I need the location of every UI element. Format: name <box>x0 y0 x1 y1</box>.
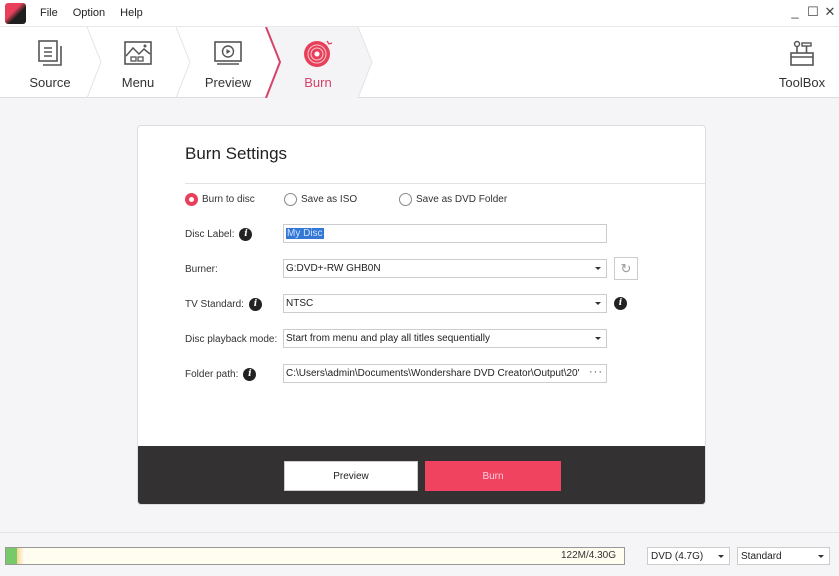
title-bar: File Option Help _ ☐ ✕ <box>0 0 839 26</box>
divider <box>185 183 705 184</box>
step-preview[interactable]: Preview <box>198 27 258 98</box>
document-stack-icon <box>37 39 63 67</box>
burn-button[interactable]: Burn <box>425 461 561 491</box>
burner-label: Burner: <box>185 264 218 275</box>
disc-capacity-bar: 122M/4.30G <box>5 547 625 565</box>
folder-path-value: C:\Users\admin\Documents\Wondershare DVD… <box>286 368 580 379</box>
output-options: Burn to disc Save as ISO Save as DVD Fol… <box>185 193 507 206</box>
radio-label: Save as ISO <box>301 194 358 205</box>
quality-value: Standard <box>741 550 782 562</box>
disc-label-value: My Disc <box>286 228 324 239</box>
disc-label-row: Disc Label: i <box>185 228 253 241</box>
preview-play-icon <box>213 39 243 67</box>
refresh-burner-button[interactable]: ↻ <box>614 257 638 280</box>
app-logo <box>5 2 26 24</box>
toolbox-button[interactable]: ToolBox <box>772 27 832 98</box>
disc-label-input[interactable]: My Disc <box>283 224 607 243</box>
info-icon[interactable]: i <box>248 298 262 311</box>
chevron-down-icon <box>595 267 601 270</box>
burn-disc-icon <box>302 39 334 67</box>
disc-type-select[interactable]: DVD (4.7G) <box>647 547 730 565</box>
preview-button[interactable]: Preview <box>284 461 418 491</box>
radio-indicator <box>399 193 412 206</box>
capacity-text: 122M/4.30G <box>560 550 616 561</box>
radio-save-as-dvd-folder[interactable]: Save as DVD Folder <box>399 193 507 206</box>
chevron-down-icon <box>818 555 824 558</box>
disc-type-value: DVD (4.7G) <box>651 550 704 562</box>
toolbox-icon <box>788 39 816 67</box>
toolbox-label: ToolBox <box>778 75 826 90</box>
chevron-down-icon <box>595 302 601 305</box>
radio-burn-to-disc[interactable]: Burn to disc <box>185 193 284 206</box>
tv-standard-select[interactable]: NTSC <box>283 294 607 313</box>
radio-label: Save as DVD Folder <box>416 194 508 205</box>
folder-path-row: Folder path: i <box>185 368 257 381</box>
menu-help[interactable]: Help <box>120 7 143 19</box>
menu-image-icon <box>123 39 153 67</box>
tv-standard-row: TV Standard: i <box>185 298 262 311</box>
radio-save-as-iso[interactable]: Save as ISO <box>284 193 399 206</box>
radio-selected-indicator <box>185 193 198 206</box>
folder-path-input[interactable]: C:\Users\admin\Documents\Wondershare DVD… <box>283 364 607 383</box>
burner-row: Burner: <box>185 264 218 275</box>
step-label: Burn <box>304 75 332 90</box>
disc-label-label: Disc Label: <box>185 229 235 240</box>
capacity-gradient <box>17 548 25 564</box>
chevron-down-icon <box>718 555 724 558</box>
step-burn[interactable]: Burn <box>288 27 348 98</box>
burner-select[interactable]: G:DVD+-RW GHB0N <box>283 259 607 278</box>
minimize-button[interactable]: _ <box>787 4 803 19</box>
folder-path-label: Folder path: <box>185 369 239 380</box>
capacity-used-fill <box>6 548 18 564</box>
menu-option[interactable]: Option <box>73 7 105 19</box>
status-bar: 122M/4.30G DVD (4.7G) Standard <box>0 532 839 576</box>
playback-mode-row: Disc playback mode: <box>185 334 277 345</box>
panel-title: Burn Settings <box>185 144 288 163</box>
info-icon[interactable]: i <box>614 297 627 310</box>
radio-indicator <box>284 193 297 206</box>
playback-mode-label: Disc playback mode: <box>185 334 278 345</box>
maximize-button[interactable]: ☐ <box>805 4 821 20</box>
step-label: Menu <box>121 75 155 90</box>
tv-standard-value: NTSC <box>286 298 314 309</box>
quality-select[interactable]: Standard <box>737 547 830 565</box>
browse-button[interactable]: ··· <box>589 366 603 378</box>
step-navigation: Source Menu Preview Burn ToolBox <box>0 26 839 98</box>
refresh-icon: ↻ <box>620 260 632 276</box>
menu-file[interactable]: File <box>40 7 58 19</box>
playback-mode-select[interactable]: Start from menu and play all titles sequ… <box>283 329 607 348</box>
burner-value: G:DVD+-RW GHB0N <box>286 263 381 274</box>
chevron-down-icon <box>595 337 601 340</box>
panel-footer: Preview Burn <box>138 446 705 504</box>
info-icon[interactable]: i <box>243 368 257 381</box>
close-button[interactable]: ✕ <box>822 4 838 20</box>
tv-standard-label: TV Standard: <box>185 299 244 310</box>
info-icon[interactable]: i <box>239 228 253 241</box>
step-menu[interactable]: Menu <box>108 27 168 98</box>
step-label: Source <box>29 75 71 90</box>
playback-mode-value: Start from menu and play all titles sequ… <box>286 333 490 344</box>
step-source[interactable]: Source <box>20 27 80 98</box>
burn-settings-panel: Burn Settings Burn to disc Save as ISO S… <box>137 125 706 505</box>
radio-label: Burn to disc <box>202 194 255 205</box>
step-label: Preview <box>204 75 252 90</box>
